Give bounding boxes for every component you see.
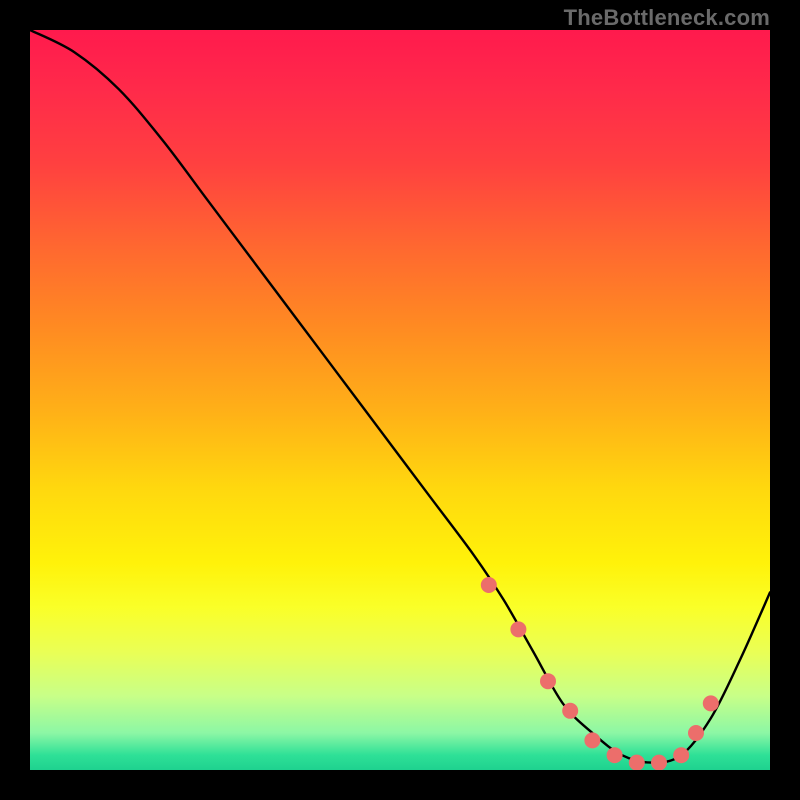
marker-dot [607,747,623,763]
marker-dot [703,695,719,711]
curve-layer [30,30,770,770]
marker-dot [673,747,689,763]
marker-dot [651,755,667,770]
marker-dot [540,673,556,689]
marker-dot [510,621,526,637]
highlight-markers [481,577,719,770]
plot-area [30,30,770,770]
marker-dot [688,725,704,741]
marker-dot [481,577,497,593]
marker-dot [584,732,600,748]
attribution-text: TheBottleneck.com [564,6,770,30]
marker-dot [629,755,645,770]
marker-dot [562,703,578,719]
bottleneck-curve [30,30,770,763]
chart-stage: TheBottleneck.com [0,0,800,800]
